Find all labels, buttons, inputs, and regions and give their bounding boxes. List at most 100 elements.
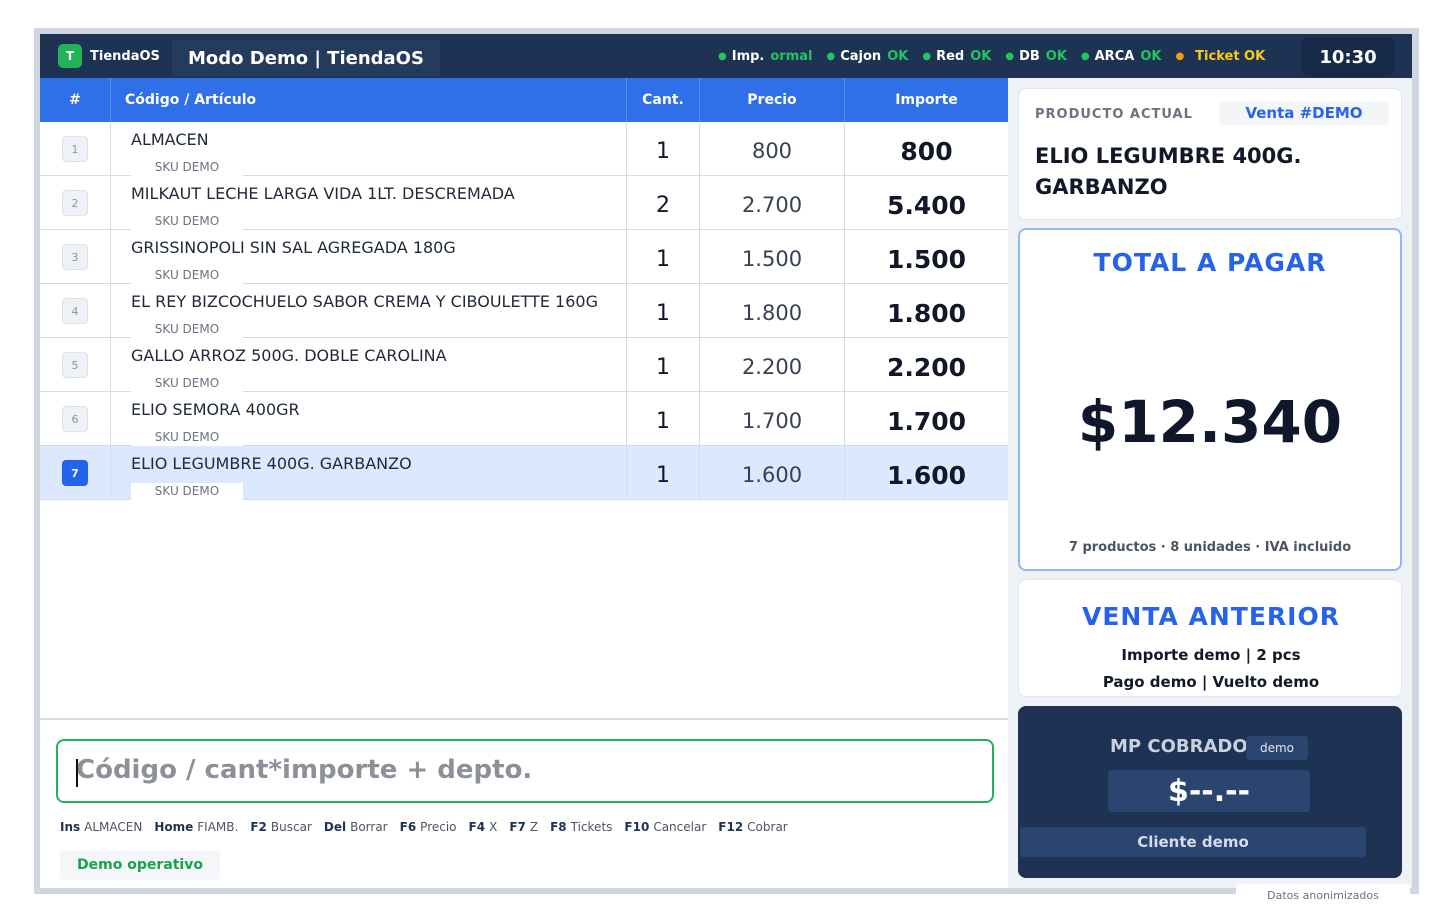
status-label: Cajon	[840, 48, 882, 64]
table-row[interactable]: 2 MILKAUT LECHE LARGA VIDA 1LT. DESCREMAD…	[40, 176, 1008, 230]
col-header-cant: Cant.	[627, 78, 700, 122]
shortcut-label: Cobrar	[747, 820, 788, 834]
table-row[interactable]: 5 GALLO ARROZ 500G. DOBLE CAROLINA SKU DEM…	[40, 338, 1008, 392]
mp-cobrado-title: MP COBRADO	[1110, 736, 1248, 757]
row-index: 3	[62, 244, 88, 270]
status-label: ARCA	[1094, 48, 1135, 64]
shortcut-item[interactable]: Del Borrar	[324, 820, 388, 834]
clock: 10:30	[1302, 37, 1394, 77]
shortcut-item[interactable]: F10 Cancelar	[624, 820, 706, 834]
status-value: OK	[1140, 48, 1162, 64]
code-input-placeholder: Código / cant*importe + depto.	[76, 755, 533, 785]
row-precio: 1.800	[700, 284, 845, 338]
shortcut-item[interactable]: F12 Cobrar	[718, 820, 787, 834]
shortcut-key: F6	[399, 820, 417, 834]
row-item-name: ELIO SEMORA 400GR	[131, 400, 300, 419]
row-index-cell: 1	[40, 122, 111, 176]
status-dot-icon: ●	[1005, 50, 1015, 62]
table-row[interactable]: 1 ALMACEN SKU DEMO 1 800 800	[40, 122, 1008, 176]
row-index-cell: 2	[40, 176, 111, 230]
shortcut-label: Cancelar	[653, 820, 707, 834]
shortcut-key: Del	[323, 820, 347, 834]
row-item-name: GALLO ARROZ 500G. DOBLE CAROLINA	[131, 346, 447, 365]
row-item-name: MILKAUT LECHE LARGA VIDA 1LT. DESCREMADA	[131, 184, 515, 203]
shortcut-label: Precio	[420, 820, 457, 834]
shortcut-item[interactable]: F7 Z	[509, 820, 538, 834]
window-frame: T TiendaOS Modo Demo | TiendaOS ● Imp. orm…	[34, 28, 1419, 894]
total-title: TOTAL A PAGAR	[1093, 248, 1327, 277]
row-importe: 1.600	[886, 460, 967, 490]
shortcut-item[interactable]: F8 Tickets	[550, 820, 612, 834]
shortcut-item[interactable]: Ins ALMACEN	[60, 820, 142, 834]
cliente-button[interactable]: Cliente demo	[1020, 827, 1366, 857]
shortcut-key: F10	[624, 820, 650, 834]
row-cantidad: 1	[627, 230, 700, 284]
row-articulo-cell: ELIO SEMORA 400GR SKU DEMO	[111, 392, 627, 446]
row-importe: 1.800	[886, 298, 967, 328]
input-area: Código / cant*importe + depto. Ins ALMACE…	[40, 718, 1008, 888]
venta-anterior-card: VENTA ANTERIOR Importe demo | 2 pcs Pago…	[1018, 579, 1402, 697]
row-index-cell: 4	[40, 284, 111, 338]
row-precio: 1.500	[700, 230, 845, 284]
status-indicator: ● DB OK	[1005, 49, 1067, 64]
row-importe: 2.200	[886, 352, 967, 382]
shortcut-label: Tickets	[570, 820, 613, 834]
venta-anterior-importe: Importe demo | 2 pcs	[1121, 646, 1301, 664]
table-header: # Código / Artículo Cant. Precio Importe	[40, 78, 1008, 122]
shortcut-key: Home	[154, 820, 194, 834]
row-index-cell: 3	[40, 230, 111, 284]
status-indicator: ● Ticket OK	[1175, 49, 1265, 64]
status-label: Imp.	[731, 48, 765, 64]
shortcut-item[interactable]: Home FIAMB.	[154, 820, 238, 834]
row-precio: 2.200	[700, 338, 845, 392]
shortcut-label: Buscar	[270, 820, 312, 834]
table-row[interactable]: 4 EL REY BIZCOCHUELO SABOR CREMA Y CIBOUL…	[40, 284, 1008, 338]
table-row[interactable]: 6 ELIO SEMORA 400GR SKU DEMO 1 1.700 1.700	[40, 392, 1008, 446]
shortcut-item[interactable]: F2 Buscar	[250, 820, 312, 834]
status-dot-icon: ●	[718, 50, 727, 62]
row-importe: 800	[900, 136, 953, 166]
mp-cobrado-card: MP COBRADO demo $--.-- Cliente demo	[1018, 706, 1402, 878]
table-row[interactable]: 7 ELIO LEGUMBRE 400G. GARBANZO SKU DEMO 1 1.…	[40, 446, 1008, 500]
status-dot-icon: ●	[1175, 50, 1185, 62]
row-index: 7	[62, 460, 88, 486]
col-header-importe: Importe	[895, 92, 958, 108]
shortcut-item[interactable]: F4 X	[469, 820, 498, 834]
row-item-name: ALMACEN	[131, 130, 209, 149]
code-input[interactable]: Código / cant*importe + depto.	[56, 739, 994, 803]
row-index-cell: 6	[40, 392, 111, 446]
row-importe: 1.700	[886, 406, 967, 436]
top-bar: T TiendaOS Modo Demo | TiendaOS ● Imp. orm…	[40, 34, 1412, 78]
row-item-name: EL REY BIZCOCHUELO SABOR CREMA Y CIBOULE…	[131, 292, 598, 311]
row-item-sku: SKU DEMO	[131, 429, 243, 446]
producto-actual-card: PRODUCTO ACTUAL Venta #DEMO ELIO LEGUMBR…	[1018, 88, 1402, 220]
total-card: TOTAL A PAGAR $12.340 7 productos · 8 un…	[1018, 228, 1402, 571]
shortcut-label: Z	[529, 820, 539, 834]
venta-anterior-title: VENTA ANTERIOR	[1082, 602, 1340, 631]
table-row[interactable]: 3 GRISSINOPOLI SIN SAL AGREGADA 180G SKU D…	[40, 230, 1008, 284]
row-item-sku: SKU DEMO	[131, 159, 243, 176]
row-cantidad: 1	[627, 446, 700, 500]
anon-data-note: Datos anonimizados	[1236, 884, 1410, 906]
row-item-sku: SKU DEMO	[131, 213, 243, 230]
shortcut-item[interactable]: F6 Precio	[400, 820, 457, 834]
status-indicators: ● Imp. ormal ● Cajon OK ● Red OK ● DB OK ● ARCA OK ● Tic…	[718, 34, 1279, 78]
status-value: ormal	[770, 48, 813, 64]
mode-title: Modo Demo | TiendaOS	[172, 40, 440, 76]
row-articulo-cell: ELIO LEGUMBRE 400G. GARBANZO SKU DEMO	[111, 446, 627, 500]
shortcut-key: F12	[718, 820, 744, 834]
status-value: OK	[970, 48, 992, 64]
row-articulo-cell: GALLO ARROZ 500G. DOBLE CAROLINA SKU DEMO	[111, 338, 627, 392]
total-amount: $12.340	[1077, 388, 1343, 456]
brand-logo-icon: T	[58, 44, 82, 68]
row-importe: 5.400	[886, 190, 967, 220]
row-precio: 800	[700, 122, 845, 176]
status-indicator: ● Cajon OK	[827, 49, 909, 64]
shortcut-key: F7	[509, 820, 526, 834]
pos-app: T TiendaOS Modo Demo | TiendaOS ● Imp. orm…	[40, 34, 1412, 888]
row-item-name: GRISSINOPOLI SIN SAL AGREGADA 180G	[131, 238, 456, 257]
status-indicator: ● ARCA OK	[1081, 49, 1162, 64]
row-item-sku: SKU DEMO	[131, 267, 243, 284]
status-label: DB	[1019, 48, 1040, 64]
row-cantidad: 1	[627, 392, 700, 446]
